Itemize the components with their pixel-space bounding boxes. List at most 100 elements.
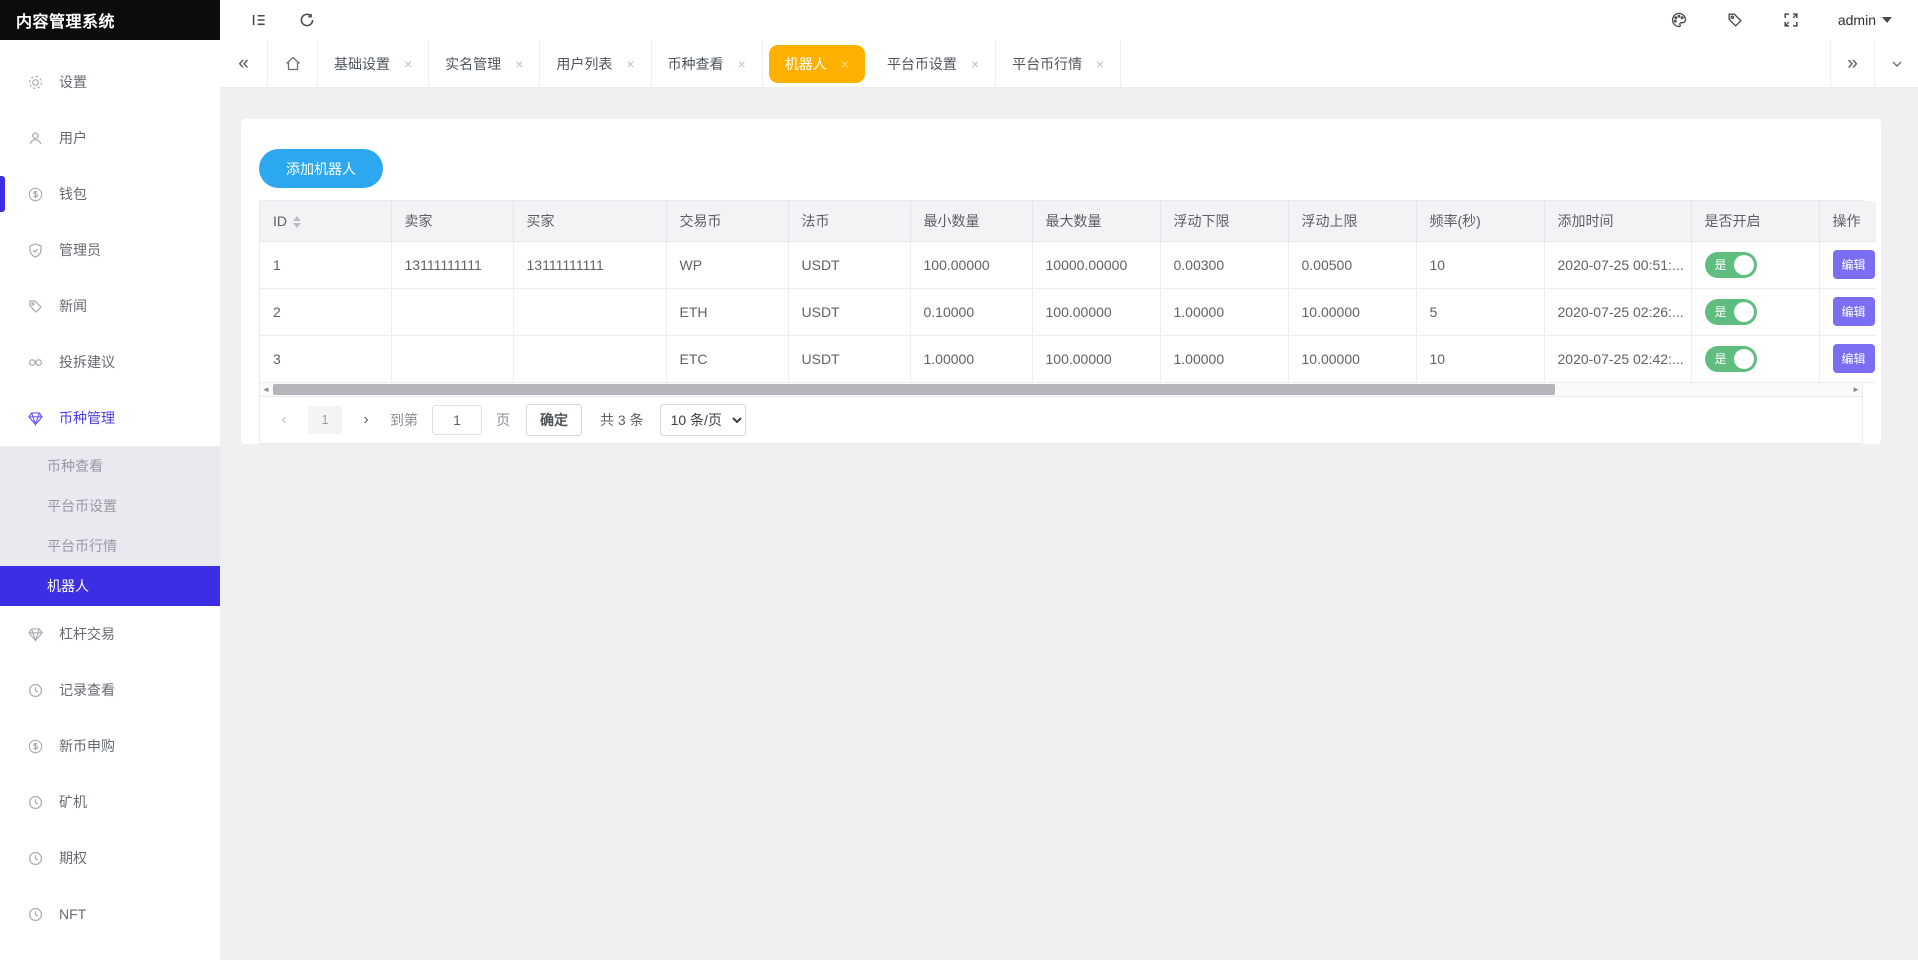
sidebar-item-nft[interactable]: NFT [0, 886, 220, 942]
close-icon[interactable]: × [971, 56, 979, 72]
home-tab[interactable] [268, 40, 318, 87]
submenu-item-platform-coin-settings[interactable]: 平台币设置 [0, 486, 220, 526]
sidebar-item-label: 杠杆交易 [59, 626, 115, 642]
cell-enabled: 是 [1691, 241, 1820, 289]
sidebar: 设置 用户 钱包 管理员 新闻 投拆建议 币种管理 币种查看 平台币设置 平台币… [0, 40, 220, 960]
enabled-toggle[interactable]: 是 [1704, 251, 1757, 278]
tabs-scroll-right-button[interactable]: » [1830, 40, 1874, 87]
sidebar-item-leverage-trading[interactable]: 杠杆交易 [0, 606, 220, 662]
submenu-item-label: 平台币设置 [47, 498, 117, 514]
col-header-add-time: 添加时间 [1544, 201, 1692, 242]
body-row: 设置 用户 钱包 管理员 新闻 投拆建议 币种管理 币种查看 平台币设置 平台币… [0, 40, 1918, 960]
sort-carets-icon[interactable] [293, 216, 301, 229]
sidebar-item-news[interactable]: 新闻 [0, 278, 220, 334]
tabs-menu-button[interactable] [1874, 40, 1918, 87]
toggle-label: 是 [1714, 305, 1727, 319]
content-area: 添加机器人 ID 卖家 买家 交易币 法币 最小数量 最大数量 浮动下限 浮动上… [220, 88, 1918, 960]
close-icon[interactable]: × [1096, 56, 1104, 72]
sidebar-item-users[interactable]: 用户 [0, 110, 220, 166]
enabled-toggle[interactable]: 是 [1704, 298, 1757, 325]
cell-id: 3 [260, 335, 392, 383]
scroll-right-arrow-icon[interactable]: ► [1850, 383, 1862, 396]
col-header-buyer: 买家 [513, 201, 667, 242]
edit-button[interactable]: 编辑 [1832, 344, 1875, 373]
tag-icon [27, 298, 44, 315]
confirm-button[interactable]: 确定 [526, 403, 582, 436]
sidebar-item-records[interactable]: 记录查看 [0, 662, 220, 718]
sidebar-item-label: 用户 [59, 130, 87, 146]
topbar: admin [220, 0, 1918, 40]
chevron-down-icon [1892, 61, 1901, 67]
tab-user-list[interactable]: 用户列表 × [540, 40, 652, 87]
close-icon[interactable]: × [626, 56, 634, 72]
tab-platform-coin-market[interactable]: 平台币行情 × [996, 40, 1122, 87]
history-icon [27, 682, 44, 699]
prev-page-button[interactable]: ‹ [270, 411, 298, 429]
tab-realname-management[interactable]: 实名管理 × [429, 40, 541, 87]
tag-icon[interactable] [1726, 11, 1744, 29]
submenu-item-coin-view[interactable]: 币种查看 [0, 446, 220, 486]
enabled-toggle[interactable]: 是 [1704, 345, 1757, 372]
tab-platform-coin-settings[interactable]: 平台币设置 × [871, 40, 997, 87]
sidebar-item-currency-management[interactable]: 币种管理 [0, 390, 220, 446]
table-row: 3 ETC USDT 1.00000 100.00000 1.00000 10.… [260, 335, 1876, 383]
tab-label: 基础设置 [334, 55, 390, 72]
user-menu[interactable]: admin [1838, 12, 1892, 28]
edit-button[interactable]: 编辑 [1832, 250, 1875, 279]
user-name: admin [1837, 12, 1876, 28]
scrollbar-thumb[interactable] [273, 383, 1555, 395]
cell-seller: 13111111111 [391, 241, 514, 289]
sidebar-item-label: 投拆建议 [59, 354, 115, 370]
sidebar-item-mining-machine[interactable]: 矿机 [0, 774, 220, 830]
sidebar-item-label: 新闻 [59, 298, 87, 314]
sidebar-item-label: 记录查看 [59, 682, 115, 698]
sidebar-item-settings[interactable]: 设置 [0, 54, 220, 110]
page-size-select[interactable]: 10 条/页 [659, 403, 746, 436]
fullscreen-icon[interactable] [1782, 11, 1800, 29]
close-icon[interactable]: × [515, 56, 523, 72]
cell-buyer [513, 335, 667, 383]
sidebar-item-new-coin-subscription[interactable]: 新币申购 [0, 718, 220, 774]
app-title: 内容管理系统 [0, 0, 220, 40]
tab-label: 用户列表 [556, 55, 613, 72]
tabs-scroll-left-button[interactable]: « [220, 40, 268, 87]
sidebar-item-wallet[interactable]: 钱包 [0, 166, 220, 222]
cell-min-amount: 1.00000 [910, 335, 1033, 383]
cell-add-time: 2020-07-25 02:42:... [1544, 335, 1692, 383]
close-icon[interactable]: × [841, 56, 849, 72]
horizontal-scrollbar[interactable]: ◄ ► [260, 382, 1862, 397]
sidebar-item-label: 管理员 [59, 242, 101, 258]
page-unit-label: 页 [496, 411, 510, 428]
page-number-button[interactable]: 1 [308, 405, 342, 434]
sidebar-item-label: 矿机 [59, 794, 87, 810]
robots-card: 添加机器人 ID 卖家 买家 交易币 法币 最小数量 最大数量 浮动下限 浮动上… [241, 119, 1881, 444]
tab-basic-settings[interactable]: 基础设置 × [318, 40, 430, 87]
refresh-icon[interactable] [298, 11, 316, 29]
edit-button[interactable]: 编辑 [1832, 297, 1875, 326]
add-robot-button[interactable]: 添加机器人 [259, 149, 383, 188]
tab-bar: « 基础设置 × 实名管理 × 用户列表 × 币种查看 × 机器人 × 平台币设… [220, 40, 1918, 88]
submenu-item-robots[interactable]: 机器人 [0, 566, 220, 606]
close-icon[interactable]: × [404, 56, 412, 72]
currency-submenu: 币种查看 平台币设置 平台币行情 机器人 [0, 446, 220, 606]
next-page-button[interactable]: › [352, 411, 380, 429]
sidebar-item-options[interactable]: 期权 [0, 830, 220, 886]
scroll-left-arrow-icon[interactable]: ◄ [260, 383, 272, 396]
theme-palette-icon[interactable] [1670, 11, 1688, 29]
sidebar-item-feedback[interactable]: 投拆建议 [0, 334, 220, 390]
col-header-id[interactable]: ID [260, 201, 392, 242]
col-header-fiat: 法币 [788, 201, 911, 242]
tab-label: 平台币行情 [1012, 55, 1083, 72]
tab-robots-active[interactable]: 机器人 × [768, 44, 865, 83]
cell-add-time: 2020-07-25 02:26:... [1544, 288, 1692, 336]
menu-collapse-icon[interactable] [250, 11, 268, 29]
close-icon[interactable]: × [738, 56, 746, 72]
goto-page-input[interactable] [432, 404, 482, 435]
tab-coin-view[interactable]: 币种查看 × [652, 40, 763, 87]
submenu-item-platform-coin-market[interactable]: 平台币行情 [0, 526, 220, 566]
history-icon [27, 850, 44, 867]
cell-actions: 编辑 [1819, 241, 1876, 289]
sidebar-item-admins[interactable]: 管理员 [0, 222, 220, 278]
cell-buyer [513, 288, 667, 336]
cell-fiat: USDT [788, 241, 911, 289]
